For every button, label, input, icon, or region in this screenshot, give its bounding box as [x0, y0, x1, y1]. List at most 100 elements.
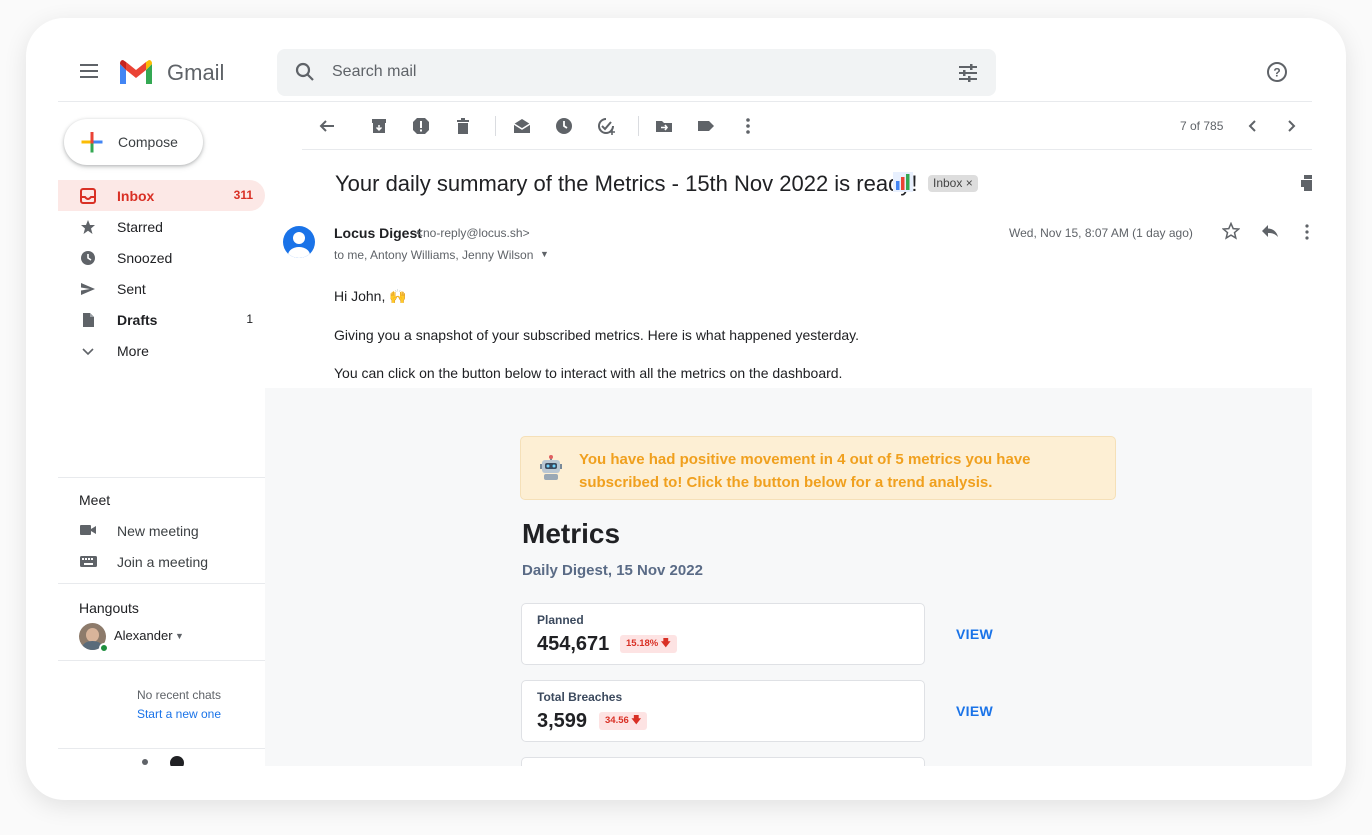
draft-icon: [83, 313, 94, 327]
metric-label: Planned: [537, 613, 584, 627]
metric-value: 3,599: [537, 710, 588, 732]
chevron-down-icon: [82, 348, 94, 356]
draft-count: 1: [246, 312, 253, 326]
app-name: Gmail: [167, 60, 225, 85]
recipients: to me, Antony Williams, Jenny Wilson: [334, 248, 534, 262]
email-greeting: Hi John, 🙌: [334, 288, 407, 304]
newer-chevron-left-icon[interactable]: [1243, 116, 1263, 136]
metric-card: [521, 757, 925, 766]
delete-icon[interactable]: [453, 116, 473, 136]
sender-avatar[interactable]: [283, 226, 315, 258]
plus-icon: [81, 132, 103, 153]
hangouts-user-name[interactable]: Alexander: [114, 628, 173, 643]
video-icon: [80, 525, 96, 535]
pager-text: 7 of 785: [1180, 119, 1224, 133]
message-toolbar: 7 of 785: [302, 102, 1312, 150]
meet-item-label: Join a meeting: [117, 554, 209, 570]
svg-text:?: ?: [1273, 66, 1280, 80]
sender-email: <no-reply@locus.sh>: [416, 226, 530, 240]
join-meeting-link[interactable]: Join a meeting: [58, 548, 265, 576]
metric-card: Planned 454,671 15.18% 🡇: [521, 603, 925, 665]
hangouts-section-title: Hangouts: [79, 600, 139, 616]
top-bar: Gmail Search mail ? ⋮: [58, 48, 1312, 102]
send-icon: [81, 283, 95, 295]
search-input[interactable]: Search mail: [332, 63, 416, 81]
bar-chart-icon: [893, 172, 913, 192]
star-icon: [81, 220, 95, 234]
metric-value: 454,671: [537, 633, 610, 655]
unread-count: 311: [233, 188, 253, 202]
toolbar-separator: [495, 116, 496, 136]
toolbar-separator: [638, 116, 639, 136]
gmail-logo-icon[interactable]: [118, 58, 154, 86]
email-date: Wed, Nov 15, 8:07 AM (1 day ago): [1009, 226, 1193, 240]
sidebar-item-label: Sent: [117, 281, 146, 297]
digest-content: You have had positive movement in 4 out …: [265, 388, 1312, 766]
metric-label: Total Breaches: [537, 690, 623, 704]
archive-icon[interactable]: [369, 116, 389, 136]
back-arrow-icon[interactable]: [317, 116, 337, 136]
sidebar-item-snoozed[interactable]: Snoozed: [58, 242, 265, 273]
main-menu-icon[interactable]: [80, 64, 98, 78]
inbox-label-chip[interactable]: Inbox ×: [928, 175, 978, 192]
sidebar-item-more[interactable]: More: [58, 335, 265, 366]
sidebar-item-starred[interactable]: Starred: [58, 211, 265, 242]
metrics-subtitle: Daily Digest, 15 Nov 2022: [522, 562, 703, 579]
chat-tab-icon[interactable]: [170, 756, 184, 766]
reply-icon[interactable]: [1261, 223, 1279, 239]
person-icon: [288, 232, 310, 258]
sidebar-item-inbox[interactable]: Inbox 311: [58, 180, 265, 211]
search-bar[interactable]: Search mail: [277, 49, 996, 96]
start-new-chat-link[interactable]: Start a new one: [58, 707, 265, 721]
more-options-icon[interactable]: [738, 116, 758, 136]
snooze-icon[interactable]: [554, 116, 574, 136]
contacts-tab-icon[interactable]: [142, 759, 148, 765]
clock-icon: [81, 251, 95, 265]
sidebar-item-drafts[interactable]: Drafts 1: [58, 304, 265, 335]
view-metric-link[interactable]: VIEW: [956, 626, 993, 642]
sidebar-item-label: Snoozed: [117, 250, 173, 266]
no-recent-chats-text: No recent chats: [136, 688, 222, 702]
print-icon[interactable]: [1301, 175, 1312, 191]
meet-section-title: Meet: [79, 492, 111, 508]
help-icon[interactable]: ?: [1266, 61, 1288, 83]
robot-icon: [540, 455, 562, 480]
search-options-icon[interactable]: [958, 63, 978, 83]
sidebar-item-label: More: [117, 343, 149, 359]
bottom-tabs: [58, 748, 265, 766]
gmail-app: Gmail Search mail ? ⋮ Compose Inbox 311: [58, 18, 1312, 766]
metrics-title: Metrics: [522, 518, 621, 549]
compose-button[interactable]: Compose: [64, 119, 203, 165]
new-meeting-link[interactable]: New meeting: [58, 517, 265, 545]
sidebar-item-label: Inbox: [117, 188, 155, 204]
alert-text: You have had positive movement in 4 out …: [579, 451, 1031, 491]
meet-item-label: New meeting: [117, 523, 199, 539]
label-icon[interactable]: [696, 116, 716, 136]
divider: [58, 477, 265, 478]
divider: [58, 583, 265, 584]
metric-change-badge: 15.18% 🡇: [620, 635, 677, 653]
settings-icon[interactable]: ⋮: [1307, 61, 1312, 82]
recipients-details-icon[interactable]: ▼: [540, 249, 549, 259]
sidebar-item-label: Drafts: [117, 312, 158, 328]
mark-unread-icon[interactable]: [512, 116, 532, 136]
email-body-line: You can click on the button below to int…: [334, 365, 843, 381]
star-message-icon[interactable]: [1222, 222, 1240, 240]
email-subject: Your daily summary of the Metrics - 15th…: [335, 171, 918, 196]
sidebar-nav: Inbox 311 Starred Snoozed Sent Drafts 1 …: [58, 180, 265, 366]
older-chevron-right-icon[interactable]: [1281, 116, 1301, 136]
keyboard-icon: [80, 556, 97, 567]
move-to-icon[interactable]: [654, 116, 674, 136]
inbox-icon: [80, 188, 96, 204]
compose-label: Compose: [118, 134, 178, 150]
sidebar-item-sent[interactable]: Sent: [58, 273, 265, 304]
view-metric-link[interactable]: VIEW: [956, 703, 993, 719]
add-task-icon[interactable]: [596, 116, 616, 136]
message-more-icon[interactable]: [1302, 223, 1312, 241]
email-body-line: Giving you a snapshot of your subscribed…: [334, 327, 860, 343]
report-spam-icon[interactable]: [411, 116, 431, 136]
search-icon[interactable]: [295, 62, 315, 82]
online-status-icon: [99, 643, 109, 653]
metric-card: Total Breaches 3,599 34.56 🡇: [521, 680, 925, 742]
caret-down-icon[interactable]: ▼: [175, 631, 184, 641]
